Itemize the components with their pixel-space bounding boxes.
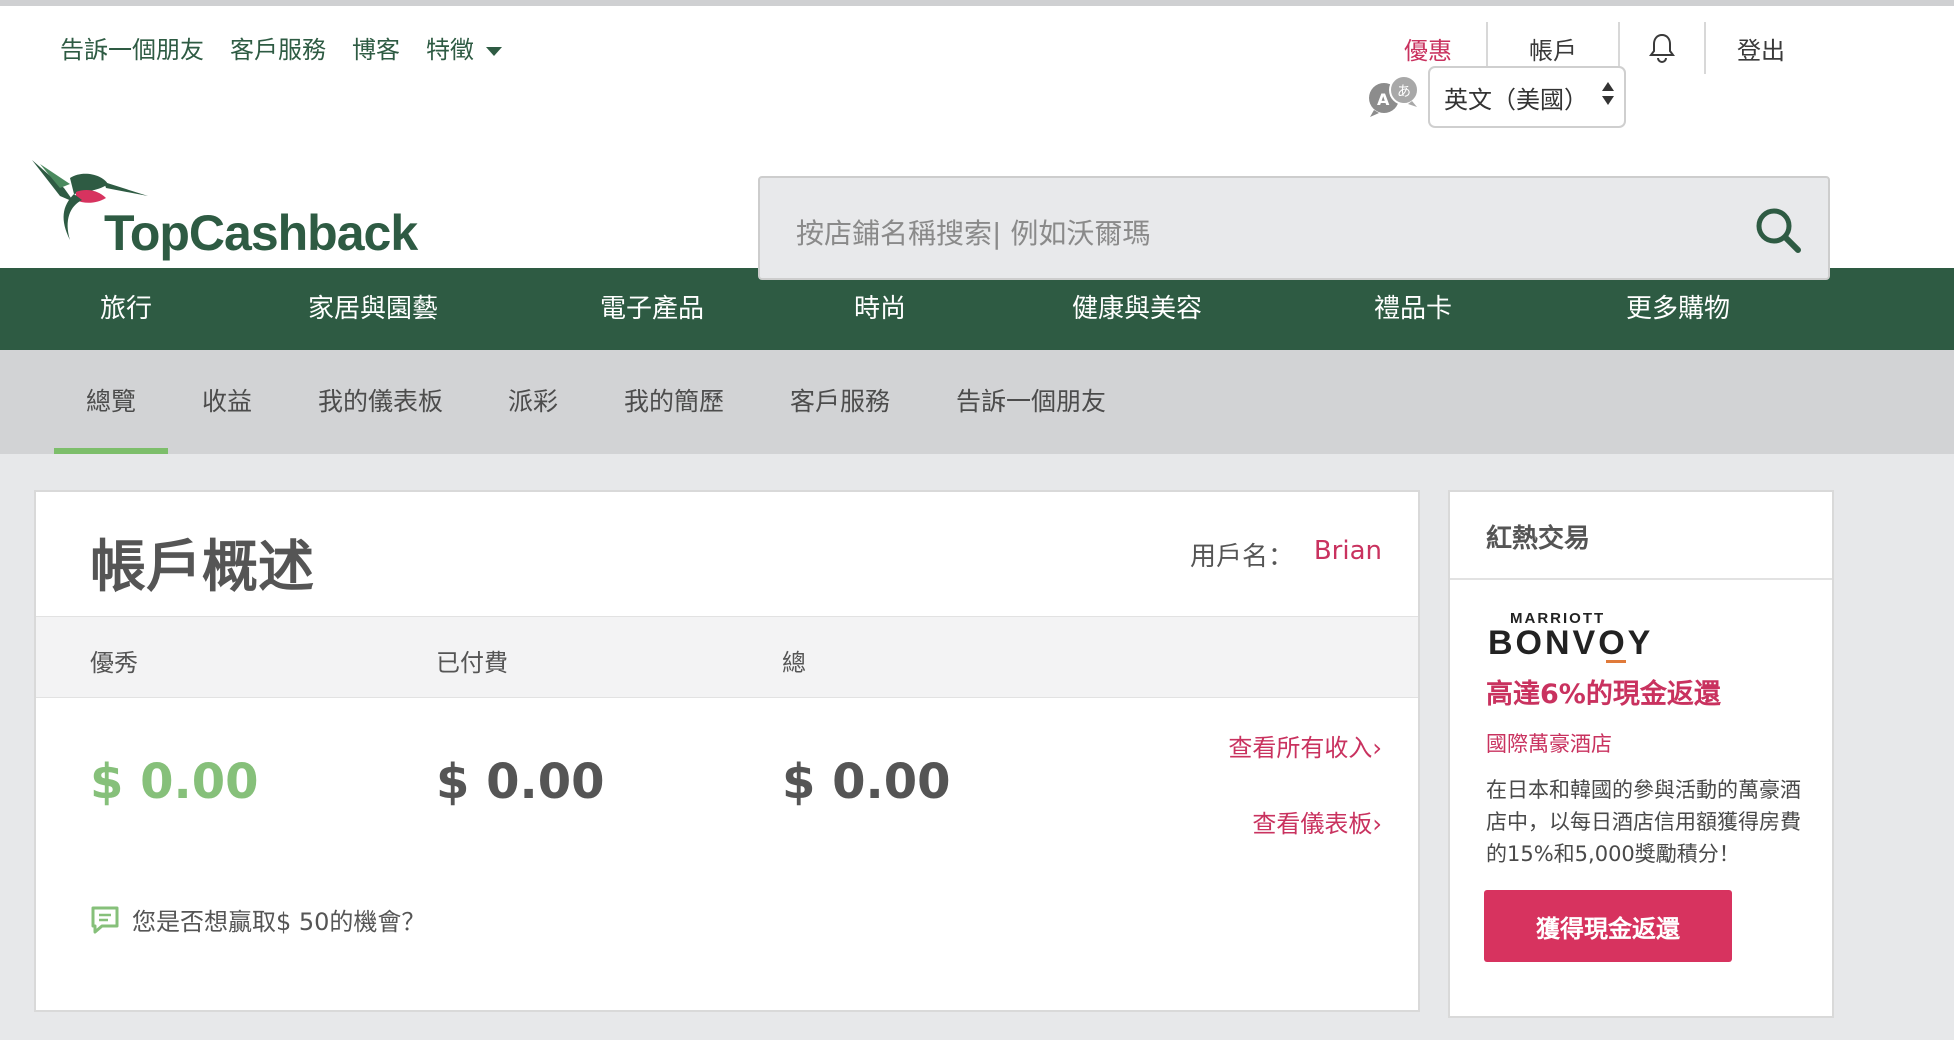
survey-prompt[interactable]: 您是否想贏取$ 50的機會？ bbox=[90, 902, 425, 937]
total-amount: $ 0.00 bbox=[782, 754, 951, 810]
active-tab-indicator bbox=[54, 448, 168, 454]
column-pending: 優秀 bbox=[90, 649, 138, 677]
tell-friend-link[interactable]: 告訴一個朋友 bbox=[60, 30, 204, 65]
tab-my-profile[interactable]: 我的簡歷 bbox=[624, 350, 724, 454]
hot-deal-title: 紅熱交易 bbox=[1486, 524, 1591, 554]
topcashback-logo[interactable]: TopCashback bbox=[30, 158, 418, 270]
view-all-earnings-link[interactable]: 查看所有收入› bbox=[1228, 728, 1382, 763]
store-search[interactable]: 按店鋪名稱搜索| 例如沃爾瑪 bbox=[758, 176, 1830, 280]
summary-column-headers: 優秀 已付費 總 bbox=[36, 616, 1418, 698]
select-arrows-icon bbox=[1602, 82, 1614, 105]
nav-item-travel[interactable]: 旅行 bbox=[100, 268, 152, 350]
marriott-bonvoy-logo[interactable]: MARRIOTT BONVOY bbox=[1488, 610, 1688, 668]
svg-text:A: A bbox=[1377, 90, 1390, 109]
search-icon[interactable] bbox=[1754, 206, 1802, 254]
nav-item-health-beauty[interactable]: 健康與美容 bbox=[1072, 268, 1202, 350]
column-paid: 已付費 bbox=[436, 649, 508, 677]
nav-item-more-shopping[interactable]: 更多購物 bbox=[1626, 268, 1730, 350]
brand-bottom: BONVOY bbox=[1488, 624, 1654, 662]
tab-overview[interactable]: 總覽 bbox=[86, 350, 136, 454]
username-label: 用戶名： bbox=[1189, 542, 1294, 572]
search-input[interactable]: 按店鋪名稱搜索| 例如沃爾瑪 bbox=[796, 212, 1150, 252]
nav-item-electronics[interactable]: 電子產品 bbox=[600, 268, 704, 350]
tab-earnings[interactable]: 收益 bbox=[202, 350, 252, 454]
account-summary-card: 帳戶概述 用戶名： Brian 優秀 已付費 總 $ 0.00 $ 0.00 $… bbox=[34, 490, 1420, 1012]
bell-icon[interactable] bbox=[1620, 22, 1704, 74]
username-value: Brian bbox=[1313, 536, 1382, 566]
language-select-value: 英文（美國） bbox=[1444, 85, 1588, 114]
brand-underline bbox=[1606, 660, 1626, 663]
hot-deal-merchant[interactable]: 國際萬豪酒店 bbox=[1486, 728, 1612, 758]
hot-deal-card: 紅熱交易 MARRIOTT BONVOY 高達6%的現金返還 國際萬豪酒店 在日… bbox=[1448, 490, 1834, 1018]
svg-text:あ: あ bbox=[1397, 84, 1411, 100]
nav-item-fashion[interactable]: 時尚 bbox=[854, 268, 906, 350]
blog-link[interactable]: 博客 bbox=[352, 30, 400, 65]
tab-my-dashboard[interactable]: 我的儀表板 bbox=[318, 350, 443, 454]
hot-deal-description: 在日本和韓國的參與活動的萬豪酒店中，以每日酒店信用額獲得房費的15%和5,000… bbox=[1486, 778, 1801, 866]
main-category-nav: 旅行 家居與園藝 電子產品 時尚 健康與美容 禮品卡 更多購物 bbox=[0, 268, 1954, 350]
features-dropdown[interactable]: 特徵 bbox=[426, 30, 502, 65]
account-subnav: 總覽 收益 我的儀表板 派彩 我的簡歷 客戶服務 告訴一個朋友 bbox=[0, 350, 1954, 454]
chevron-down-icon bbox=[486, 46, 502, 56]
view-dashboard-link[interactable]: 查看儀表板› bbox=[1252, 804, 1382, 839]
page-title: 帳戶概述 bbox=[90, 535, 314, 600]
utility-links: 告訴一個朋友 客戶服務 博客 特徵 bbox=[60, 30, 502, 65]
tab-customer-service[interactable]: 客戶服務 bbox=[790, 350, 890, 454]
survey-prompt-text: 您是否想贏取$ 50的機會？ bbox=[132, 908, 426, 936]
customer-service-link[interactable]: 客戶服務 bbox=[230, 30, 326, 65]
nav-item-gift-cards[interactable]: 禮品卡 bbox=[1374, 268, 1452, 350]
paid-amount: $ 0.00 bbox=[436, 754, 605, 810]
features-label: 特徵 bbox=[426, 36, 474, 64]
divider bbox=[1450, 578, 1832, 580]
tab-tell-friend[interactable]: 告訴一個朋友 bbox=[956, 350, 1106, 454]
column-total: 總 bbox=[782, 649, 806, 677]
chat-icon bbox=[91, 906, 119, 933]
nav-item-home-garden[interactable]: 家居與園藝 bbox=[308, 268, 438, 350]
pending-amount: $ 0.00 bbox=[90, 754, 259, 810]
tab-payouts[interactable]: 派彩 bbox=[508, 350, 558, 454]
logo-text: TopCashback bbox=[104, 205, 418, 261]
logout-link[interactable]: 登出 bbox=[1706, 22, 1816, 74]
hot-deal-headline: 高達6%的現金返還 bbox=[1486, 679, 1721, 710]
language-icon: A あ bbox=[1369, 75, 1419, 117]
language-select[interactable]: 英文（美國） bbox=[1428, 66, 1626, 128]
get-cashback-button[interactable]: 獲得現金返還 bbox=[1484, 890, 1732, 962]
